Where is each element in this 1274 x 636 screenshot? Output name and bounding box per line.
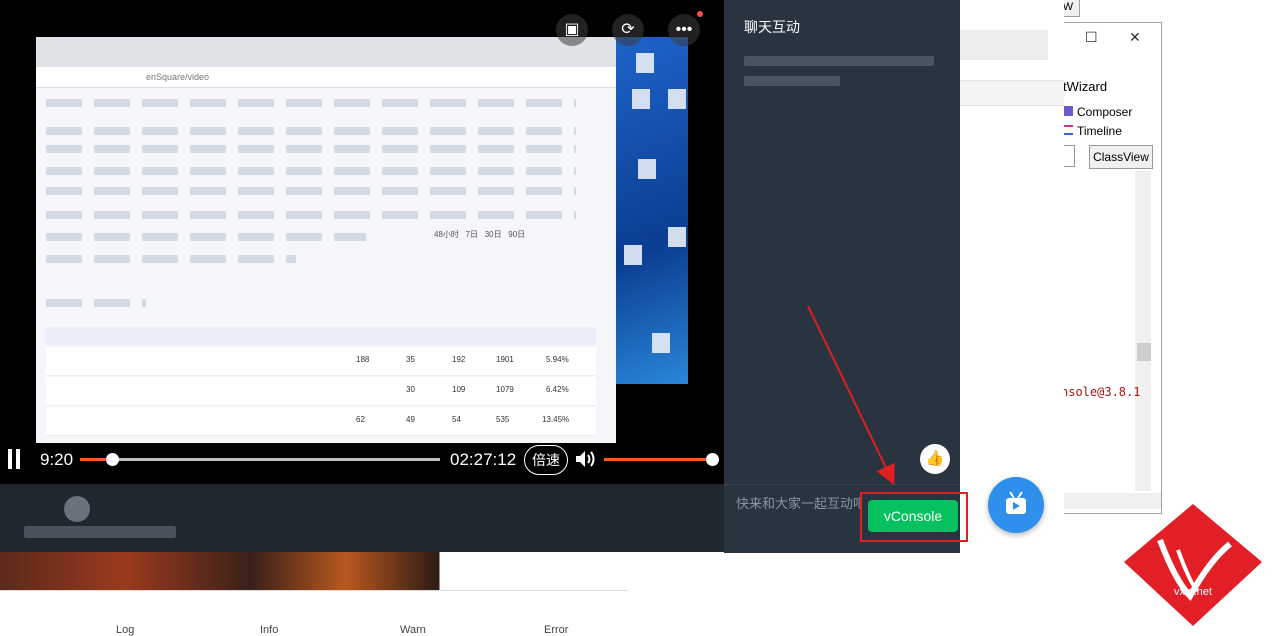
- console-tab-bar: Log Info Warn Error: [0, 622, 628, 636]
- table-cell: 1079: [496, 385, 514, 394]
- close-icon[interactable]: ✕: [1129, 29, 1141, 46]
- blurred-title: [24, 526, 176, 538]
- tv-fab-button[interactable]: [988, 477, 1044, 533]
- pause-button[interactable]: [8, 449, 22, 469]
- table-cell: 109: [452, 385, 466, 394]
- filter-7d[interactable]: 7日: [466, 230, 478, 239]
- video-player[interactable]: enSquare/video 48小时 7日 30日 90日 188 35 19…: [0, 0, 724, 484]
- filter-48h[interactable]: 48小时: [434, 230, 459, 239]
- speed-button[interactable]: 倍速: [524, 445, 568, 475]
- volume-handle[interactable]: [706, 453, 719, 466]
- filter-30d[interactable]: 30日: [485, 230, 502, 239]
- desktop-icon: [638, 159, 656, 179]
- table-cell: 5.94%: [546, 355, 569, 364]
- rotate-icon[interactable]: ⟳: [612, 14, 644, 46]
- tv-icon: [1006, 491, 1026, 514]
- shared-page-content: 48小时 7日 30日 90日 188 35 192 1901 5.94% 30…: [36, 87, 616, 443]
- timeline-label: Timeline: [1077, 124, 1122, 138]
- shared-browser-tabs: [36, 37, 616, 67]
- desktop-icon: [668, 89, 686, 109]
- table-cell: 535: [496, 415, 510, 424]
- total-time: 02:27:12: [450, 450, 517, 469]
- blurred-row: [46, 145, 576, 153]
- table-cell: 54: [452, 415, 461, 424]
- annotation-highlight-box: [860, 492, 968, 542]
- side-blank-box: [960, 30, 1048, 60]
- table-cell: 6.42%: [546, 385, 569, 394]
- blurred-row: [46, 233, 366, 241]
- table-cell: 192: [452, 355, 466, 364]
- table-cell: 1901: [496, 355, 514, 364]
- table-cell: 188: [356, 355, 370, 364]
- divider: [0, 590, 628, 591]
- timeline-icon: [1063, 125, 1073, 135]
- ide-timeline-item[interactable]: Timeline: [1063, 124, 1122, 138]
- blurred-row: [46, 99, 576, 107]
- composer-label: Composer: [1077, 105, 1133, 119]
- more-icon[interactable]: •••: [668, 14, 700, 46]
- watermark-text: vxia.net: [1174, 586, 1212, 598]
- desktop-icon: [632, 89, 650, 109]
- stream-info-bar: [0, 484, 724, 552]
- blurred-row: [46, 255, 296, 263]
- notification-dot: [697, 11, 703, 17]
- chat-title: 聊天互动: [744, 19, 800, 35]
- ide-console-text: nsole@3.8.1: [1061, 385, 1141, 399]
- table-cell: 30: [406, 385, 415, 394]
- desktop-icon: [624, 245, 642, 265]
- desktop-icon: [668, 227, 686, 247]
- ide-titlebar: ☐ ✕: [1059, 23, 1161, 53]
- ide-composer-item[interactable]: Composer: [1063, 105, 1132, 119]
- like-icon[interactable]: 👍: [920, 444, 950, 474]
- volume-bar[interactable]: [604, 458, 712, 461]
- chat-message: [744, 56, 934, 66]
- blurred-row: [46, 211, 576, 219]
- blurred-row: [46, 299, 146, 307]
- table-cell: 62: [356, 415, 365, 424]
- chat-input[interactable]: [736, 496, 861, 511]
- current-time: 9:20: [40, 450, 74, 469]
- maximize-icon[interactable]: ☐: [1085, 29, 1098, 46]
- ide-vertical-scrollbar[interactable]: [1135, 171, 1151, 491]
- desktop-icon: [636, 53, 654, 73]
- blurred-row: [46, 167, 576, 175]
- tab-warn[interactable]: Warn: [400, 624, 426, 636]
- tab-error[interactable]: Error: [544, 624, 568, 636]
- tab-info[interactable]: Info: [260, 624, 278, 636]
- ide-panel: ☐ ✕ tWizard Composer Timeline ClassView …: [1058, 22, 1162, 514]
- table-cell: 35: [406, 355, 415, 364]
- table-row: 62 49 54 535 13.45%: [46, 407, 596, 436]
- tab-log[interactable]: Log: [116, 624, 134, 636]
- progress-bar[interactable]: [80, 453, 440, 466]
- classview-button[interactable]: ClassView: [1089, 145, 1153, 169]
- shared-browser-url: enSquare/video: [36, 67, 616, 88]
- shared-screen: enSquare/video 48小时 7日 30日 90日 188 35 19…: [36, 37, 616, 443]
- blurred-row: [46, 127, 576, 135]
- picture-in-picture-icon[interactable]: ▣: [556, 14, 588, 46]
- shared-table-header: [46, 327, 596, 345]
- volume-icon[interactable]: [574, 449, 596, 469]
- table-cell: 13.45%: [542, 415, 570, 424]
- time-filter-group[interactable]: 48小时 7日 30日 90日: [434, 229, 525, 240]
- side-blank-bar: [960, 80, 1064, 106]
- composer-icon: [1063, 106, 1073, 116]
- table-row: 188 35 192 1901 5.94%: [46, 347, 596, 376]
- table-cell: 49: [406, 415, 415, 424]
- ide-wizard-label: tWizard: [1063, 79, 1108, 94]
- blurred-row: [46, 187, 576, 195]
- ide-scroll-thumb[interactable]: [1137, 343, 1151, 361]
- desktop-icon: [652, 333, 670, 353]
- chat-message: [744, 76, 840, 86]
- watermark-logo: vxia.net: [1124, 504, 1262, 626]
- filter-90d[interactable]: 90日: [508, 230, 525, 239]
- table-row: 30 109 1079 6.42%: [46, 377, 596, 406]
- shared-desktop: [616, 37, 688, 384]
- blurred-content-strip: [0, 552, 628, 590]
- avatar[interactable]: [64, 496, 90, 522]
- progress-handle[interactable]: [106, 453, 120, 466]
